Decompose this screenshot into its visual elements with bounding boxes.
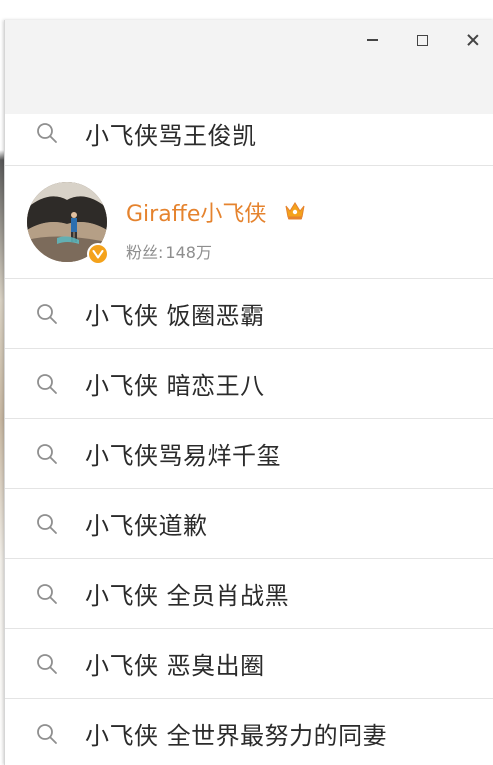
suggestion-item[interactable]: 小飞侠 饭圈恶霸 [5, 279, 493, 349]
followers-info: 粉丝: 148万 [126, 239, 212, 263]
suggestion-list: 小飞侠骂王俊凯 Giraffe小飞侠 粉丝: 148万 小飞侠 饭圈恶霸 小飞侠… [5, 114, 493, 765]
close-button[interactable] [458, 27, 488, 53]
suggestion-text: 小飞侠 饭圈恶霸 [85, 302, 265, 330]
search-icon [37, 583, 57, 604]
followers-count: 148万 [165, 243, 212, 262]
user-name: Giraffe小飞侠 [126, 202, 267, 227]
minimize-icon [366, 39, 378, 41]
close-icon [467, 34, 479, 46]
search-icon [37, 443, 57, 464]
followers-label: 粉丝: [126, 243, 164, 262]
search-icon [37, 513, 57, 534]
suggestion-text: 小飞侠骂王俊凯 [85, 122, 257, 150]
title-bar [5, 20, 493, 114]
suggestion-text: 小飞侠 暗恋王八 [85, 372, 265, 400]
suggestion-item[interactable]: 小飞侠骂王俊凯 [5, 114, 493, 166]
search-icon [37, 303, 57, 324]
suggestion-item[interactable]: 小飞侠 全员肖战黑 [5, 559, 493, 629]
suggestion-text: 小飞侠道歉 [85, 512, 208, 540]
suggestion-text: 小飞侠 全员肖战黑 [85, 582, 290, 610]
suggestion-item[interactable]: 小飞侠 暗恋王八 [5, 349, 493, 419]
search-icon [37, 723, 57, 744]
suggestion-item[interactable]: 小飞侠骂易烊千玺 [5, 419, 493, 489]
user-result-card[interactable]: Giraffe小飞侠 粉丝: 148万 [5, 166, 493, 279]
suggestion-item[interactable]: 小飞侠 全世界最努力的同妻 [5, 699, 493, 765]
maximize-icon [416, 34, 428, 46]
suggestion-text: 小飞侠 全世界最努力的同妻 [85, 722, 388, 750]
search-suggestion-window: 小飞侠骂王俊凯 Giraffe小飞侠 粉丝: 148万 小飞侠 饭圈恶霸 小飞侠… [4, 20, 493, 765]
maximize-button[interactable] [407, 27, 437, 53]
suggestion-item[interactable]: 小飞侠 恶臭出圈 [5, 629, 493, 699]
suggestion-item[interactable]: 小飞侠道歉 [5, 489, 493, 559]
verified-badge-icon [87, 243, 109, 265]
search-icon [37, 373, 57, 394]
minimize-button[interactable] [357, 27, 387, 53]
suggestion-text: 小飞侠 恶臭出圈 [85, 652, 265, 680]
search-icon [37, 653, 57, 674]
crown-icon [285, 202, 305, 220]
suggestion-text: 小飞侠骂易烊千玺 [85, 442, 281, 470]
search-icon [37, 123, 57, 143]
